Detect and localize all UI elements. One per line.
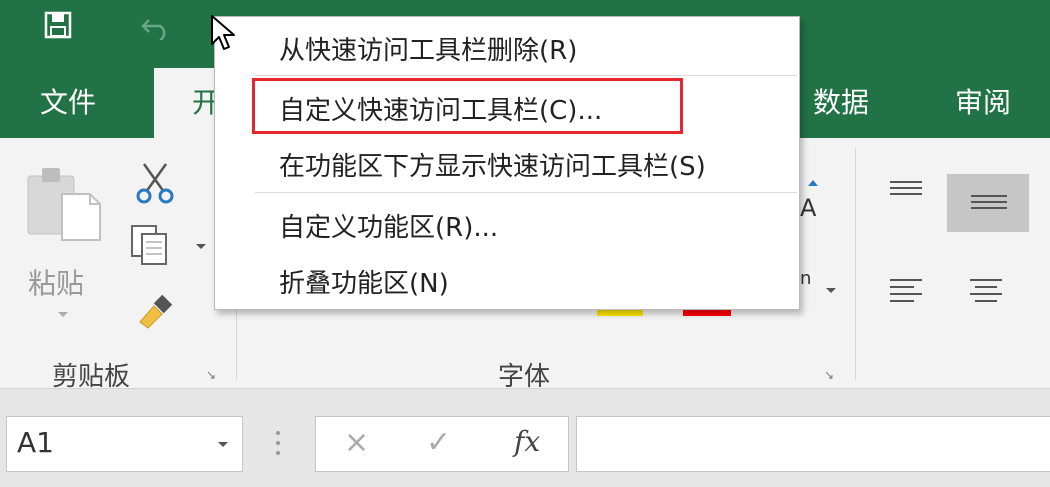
save-icon[interactable] xyxy=(44,11,72,39)
tab-review[interactable]: 审阅 xyxy=(955,68,1011,138)
clipboard-icon xyxy=(27,168,101,241)
menu-separator xyxy=(255,75,797,76)
menu-item-customize-ribbon[interactable]: 自定义功能区(R)... xyxy=(279,207,498,244)
undo-icon[interactable] xyxy=(140,12,172,40)
group-divider xyxy=(855,148,856,380)
highlight-annotation-box xyxy=(252,78,683,134)
tab-file[interactable]: 文件 xyxy=(40,68,96,138)
name-box-dropdown-icon[interactable] xyxy=(217,441,229,449)
menu-item-show-qat-below-ribbon[interactable]: 在功能区下方显示快速访问工具栏(S) xyxy=(279,146,706,183)
menu-item-remove-from-qat[interactable]: 从快速访问工具栏删除(R) xyxy=(279,30,577,67)
formula-bar-grip-icon[interactable] xyxy=(276,431,280,459)
cut-icon[interactable] xyxy=(134,160,176,206)
font-launcher-icon[interactable]: ↘ xyxy=(824,368,838,382)
align-top-icon[interactable] xyxy=(886,178,926,202)
paste-label: 粘贴 xyxy=(28,267,85,300)
phonetic-glyph[interactable]: n xyxy=(800,268,811,289)
chevron-down-icon xyxy=(58,312,68,317)
menu-separator xyxy=(255,192,797,193)
align-middle-icon xyxy=(971,195,1007,209)
align-left-icon[interactable] xyxy=(886,276,926,306)
highlight-color-bar xyxy=(597,310,643,316)
name-box[interactable]: A1 xyxy=(6,416,243,472)
format-painter-icon[interactable] xyxy=(136,294,176,330)
insert-function-button[interactable]: fx xyxy=(514,425,540,458)
paste-button[interactable]: 粘贴 xyxy=(20,158,110,328)
menu-item-collapse-ribbon[interactable]: 折叠功能区(N) xyxy=(279,263,449,300)
align-center-icon[interactable] xyxy=(966,276,1006,306)
font-color-bar xyxy=(683,310,731,316)
align-middle-button[interactable] xyxy=(947,174,1029,232)
phonetic-dropdown-icon[interactable] xyxy=(824,286,838,296)
name-box-value: A1 xyxy=(17,426,54,459)
enter-icon[interactable]: ✓ xyxy=(426,425,451,460)
clipboard-group-label: 剪贴板 xyxy=(52,362,131,392)
context-menu: 从快速访问工具栏删除(R) 自定义快速访问工具栏(C)... 在功能区下方显示快… xyxy=(214,16,800,310)
mouse-cursor-icon xyxy=(211,15,235,50)
copy-dropdown-icon[interactable] xyxy=(194,242,208,252)
cancel-icon[interactable]: × xyxy=(344,425,369,460)
tab-data[interactable]: 数据 xyxy=(813,68,869,138)
formula-input[interactable] xyxy=(576,416,1050,472)
font-group-label: 字体 xyxy=(498,362,551,392)
formula-bar: A1 × ✓ fx xyxy=(0,389,1050,487)
font-size-arrow-icon xyxy=(808,180,818,186)
font-size-increase-glyph[interactable]: A xyxy=(800,194,816,222)
copy-icon[interactable] xyxy=(128,222,174,268)
formula-buttons-box: × ✓ fx xyxy=(315,416,569,472)
clipboard-launcher-icon[interactable]: ↘ xyxy=(206,368,220,382)
